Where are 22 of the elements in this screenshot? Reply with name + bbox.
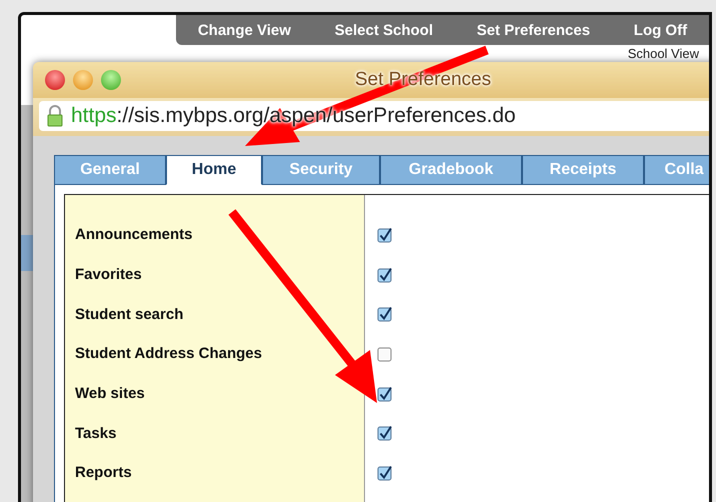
checkbox[interactable] xyxy=(377,346,393,362)
checkbox[interactable] xyxy=(377,464,393,481)
menu-item[interactable]: Select School xyxy=(326,22,441,38)
page-heading: School View xyxy=(628,46,699,61)
option-label: Favorites xyxy=(74,266,142,284)
lock-icon xyxy=(47,105,63,127)
option-label: Student search xyxy=(74,306,184,323)
menu-item[interactable]: Change View xyxy=(190,22,299,38)
option-label: Web sites xyxy=(74,385,145,402)
checkbox[interactable] xyxy=(377,386,393,402)
option-label: Student Address Changes xyxy=(74,345,262,362)
checkbox[interactable] xyxy=(377,425,393,442)
option-label: Reports xyxy=(74,464,132,482)
option-label: Announcements xyxy=(74,226,193,244)
option-label: Tasks xyxy=(74,424,116,442)
checkbox[interactable] xyxy=(377,226,393,243)
menu-item[interactable]: Log Off xyxy=(626,22,696,38)
tab[interactable]: Home xyxy=(166,155,262,185)
close-button[interactable] xyxy=(45,70,65,90)
checkbox[interactable] xyxy=(377,306,393,322)
menu-item[interactable]: Set Preferences xyxy=(468,22,598,38)
checkbox[interactable] xyxy=(377,266,393,283)
